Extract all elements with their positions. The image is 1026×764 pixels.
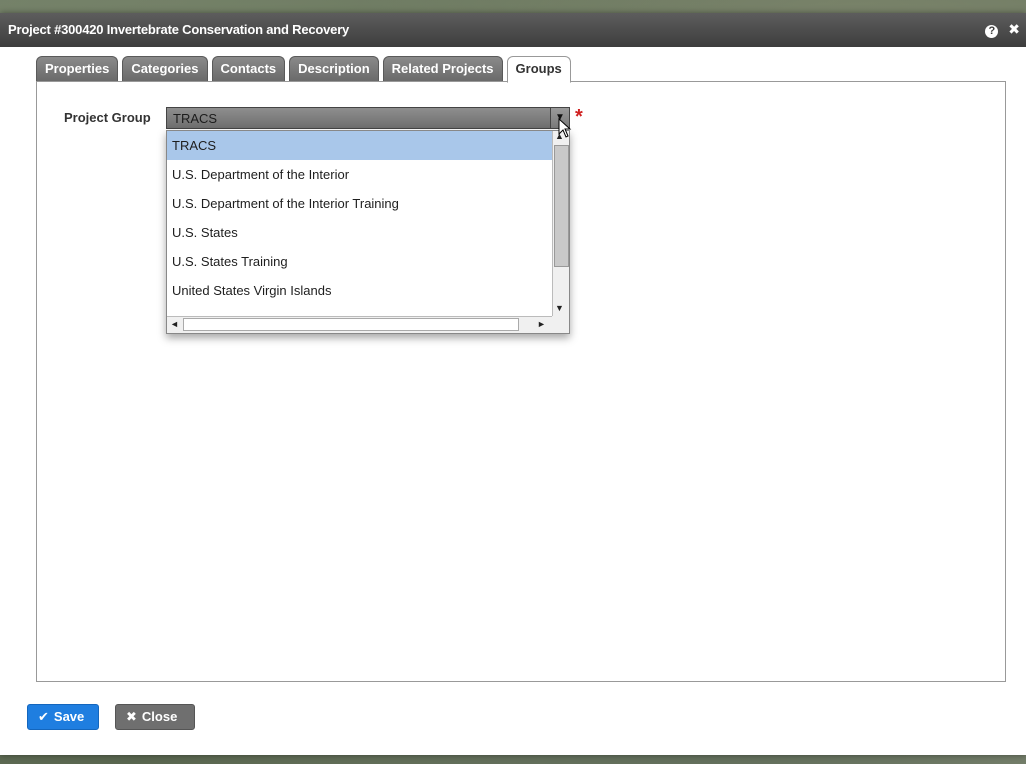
close-icon[interactable]: ✖ xyxy=(1008,21,1020,38)
vertical-scroll-thumb[interactable] xyxy=(554,145,569,267)
tab-groups[interactable]: Groups xyxy=(506,56,571,83)
dropdown-option-us-states[interactable]: U.S. States xyxy=(167,218,553,247)
dropdown-option-us-states-training[interactable]: U.S. States Training xyxy=(167,247,553,276)
project-group-select[interactable]: TRACS ▼ xyxy=(166,107,570,129)
required-marker: * xyxy=(575,106,583,128)
save-button[interactable]: ✔ Save xyxy=(27,704,99,730)
x-icon: ✖ xyxy=(126,709,137,724)
mouse-cursor-icon xyxy=(558,118,572,138)
dropdown-vertical-scrollbar[interactable]: ▲ ▼ xyxy=(552,131,569,317)
tab-bar: Properties Categories Contacts Descripti… xyxy=(36,56,575,83)
horizontal-scroll-thumb[interactable] xyxy=(183,318,519,331)
dropdown-horizontal-scrollbar[interactable]: ◄ ► xyxy=(167,316,553,333)
project-group-dropdown[interactable]: TRACS U.S. Department of the Interior U.… xyxy=(166,130,570,334)
tab-categories[interactable]: Categories xyxy=(122,56,208,81)
scrollbar-corner xyxy=(552,316,569,333)
project-group-label: Project Group xyxy=(64,110,151,125)
dialog-title: Project #300420 Invertebrate Conservatio… xyxy=(8,22,350,37)
dropdown-option-doi-training[interactable]: U.S. Department of the Interior Training xyxy=(167,189,553,218)
checkmark-icon: ✔ xyxy=(38,709,49,724)
scroll-right-icon[interactable]: ► xyxy=(537,319,546,329)
project-group-value: TRACS xyxy=(173,111,218,126)
scroll-down-icon[interactable]: ▼ xyxy=(555,303,564,313)
tab-description[interactable]: Description xyxy=(289,56,379,81)
tab-contacts[interactable]: Contacts xyxy=(211,56,286,81)
close-button[interactable]: ✖ Close xyxy=(115,704,195,730)
close-button-label: Close xyxy=(141,709,178,724)
dropdown-option-doi[interactable]: U.S. Department of the Interior xyxy=(167,160,553,189)
scroll-left-icon[interactable]: ◄ xyxy=(170,319,179,329)
title-icons: ? ✖ xyxy=(979,21,1020,38)
dialog-titlebar[interactable]: Project #300420 Invertebrate Conservatio… xyxy=(0,13,1026,47)
dropdown-options: TRACS U.S. Department of the Interior U.… xyxy=(167,131,553,317)
dropdown-option-tracs[interactable]: TRACS xyxy=(167,131,553,160)
tab-related-projects[interactable]: Related Projects xyxy=(382,56,503,81)
save-button-label: Save xyxy=(53,709,85,724)
dropdown-option-virgin-islands[interactable]: United States Virgin Islands xyxy=(167,276,553,305)
help-icon[interactable]: ? xyxy=(985,25,999,38)
tab-properties[interactable]: Properties xyxy=(36,56,119,81)
